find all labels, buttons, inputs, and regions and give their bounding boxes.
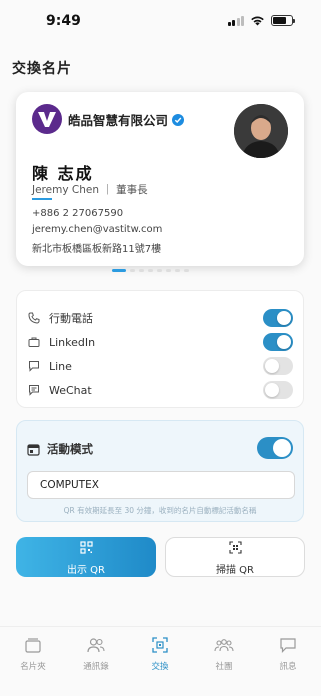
- battery-icon: [271, 15, 295, 26]
- status-icons: [227, 15, 295, 26]
- share-option-label: WeChat: [49, 383, 92, 397]
- chat-bubble-icon: [27, 359, 41, 373]
- qr-exchange-icon: [152, 637, 168, 657]
- show-qr-label: 出示 QR: [67, 564, 105, 576]
- tab-community[interactable]: 社團: [199, 637, 249, 672]
- event-mode-label: 活動模式: [47, 442, 93, 456]
- carousel-dot[interactable]: [175, 269, 180, 272]
- event-mode-hint: QR 有效期延長至 30 分鐘，收到的名片自動標記活動名稱: [63, 506, 257, 515]
- tab-label: 通訊錄: [83, 662, 109, 672]
- carousel-dot[interactable]: [139, 269, 144, 272]
- contact-title: Jeremy Chen ｜ 董事長: [32, 184, 148, 196]
- verified-badge-icon: [172, 113, 185, 126]
- phone-toggle[interactable]: [263, 309, 293, 327]
- message-icon: [27, 383, 41, 397]
- carousel-dot[interactable]: [148, 269, 153, 272]
- accent-divider: [32, 198, 52, 200]
- contact-address: 新北市板橋區板新路11號7樓: [32, 244, 162, 255]
- page-title: 交換名片: [12, 61, 72, 77]
- card-stack-icon: [24, 637, 42, 657]
- show-qr-button[interactable]: 出示 QR: [16, 537, 156, 577]
- carousel-dot[interactable]: [166, 269, 171, 272]
- share-option-label: LinkedIn: [49, 335, 96, 349]
- tab-card-holder[interactable]: 名片夾: [8, 637, 58, 672]
- share-option-line: Line: [27, 355, 293, 377]
- tab-label: 交換: [151, 662, 169, 672]
- qr-scan-icon: [228, 539, 242, 558]
- share-option-phone: 行動電話: [27, 307, 293, 329]
- signal-icon: [227, 15, 244, 26]
- line-toggle[interactable]: [263, 357, 293, 375]
- carousel-dot[interactable]: [112, 269, 126, 272]
- contacts-icon: [87, 637, 105, 657]
- status-time: 9:49: [46, 13, 81, 29]
- community-icon: [214, 637, 234, 657]
- share-option-label: 行動電話: [49, 312, 93, 325]
- company-name-text: 皓品智慧有限公司: [68, 113, 169, 128]
- calendar-icon: [27, 441, 40, 460]
- carousel-dot[interactable]: [157, 269, 162, 272]
- share-option-label: Line: [49, 359, 72, 373]
- message-icon: [279, 637, 297, 657]
- carousel-indicator: [112, 269, 189, 272]
- company-name: 皓品智慧有限公司: [68, 110, 185, 129]
- share-option-linkedin: LinkedIn: [27, 331, 293, 353]
- share-options-panel: 行動電話 LinkedIn Line WeChat: [16, 290, 304, 408]
- tab-label: 訊息: [279, 662, 297, 672]
- tab-label: 名片夾: [20, 662, 46, 672]
- carousel-dot[interactable]: [130, 269, 135, 272]
- status-bar: 9:49: [0, 0, 321, 44]
- carousel-dot[interactable]: [184, 269, 189, 272]
- tab-exchange[interactable]: 交換: [135, 637, 185, 672]
- scan-qr-label: 掃描 QR: [216, 564, 254, 576]
- avatar: [234, 104, 288, 158]
- tab-messages[interactable]: 訊息: [263, 637, 313, 672]
- tab-contacts[interactable]: 通訊錄: [71, 637, 121, 672]
- share-option-wechat: WeChat: [27, 379, 293, 401]
- bottom-tab-bar: 名片夾 通訊錄 交換 社團 訊息: [0, 626, 321, 696]
- tab-label: 社團: [215, 662, 233, 672]
- contact-phone: +886 2 27067590: [32, 208, 124, 219]
- scan-qr-button[interactable]: 掃描 QR: [165, 537, 305, 577]
- event-name-input[interactable]: COMPUTEX: [27, 471, 295, 499]
- company-logo-icon: [32, 104, 62, 134]
- contact-name: 陳 志成: [32, 164, 94, 183]
- event-mode-toggle[interactable]: [257, 437, 293, 459]
- briefcase-icon: [27, 335, 41, 349]
- contact-email: jeremy.chen@vastitw.com: [32, 224, 163, 235]
- wifi-icon: [251, 16, 264, 26]
- wechat-toggle[interactable]: [263, 381, 293, 399]
- business-card[interactable]: 皓品智慧有限公司 陳 志成 Jeremy Chen ｜ 董事長 +886 2 2…: [16, 92, 304, 266]
- event-mode-panel: 活動模式 COMPUTEX QR 有效期延長至 30 分鐘，收到的名片自動標記活…: [16, 420, 304, 522]
- qr-code-icon: [79, 539, 93, 558]
- phone-icon: [27, 311, 41, 325]
- linkedin-toggle[interactable]: [263, 333, 293, 351]
